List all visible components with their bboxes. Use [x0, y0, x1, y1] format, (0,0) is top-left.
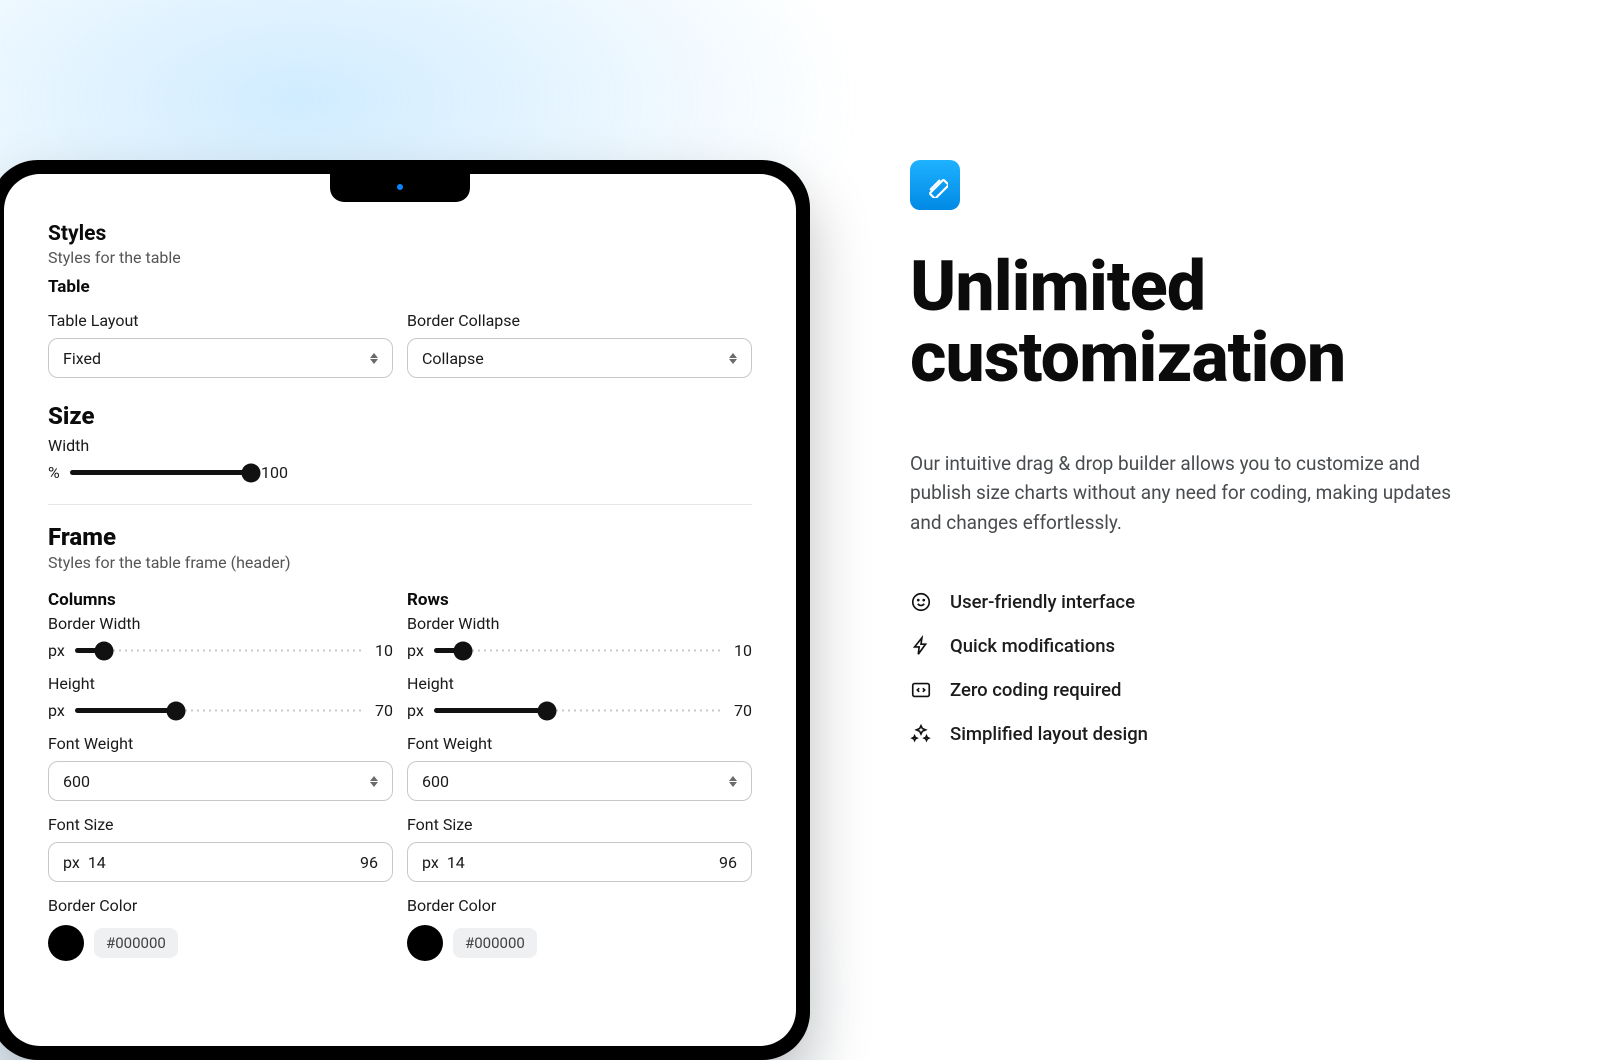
table-layout-value: Fixed: [63, 349, 101, 368]
lightning-icon: [910, 635, 932, 657]
code-icon: [910, 679, 932, 701]
table-label: Table: [48, 277, 752, 297]
ruler-icon: [910, 160, 960, 210]
table-layout-field: Table Layout Fixed: [48, 307, 393, 378]
rows-font-size-left: 14: [447, 853, 465, 872]
rows-font-weight-value: 600: [422, 772, 449, 791]
columns-font-weight-value: 600: [63, 772, 90, 791]
columns-border-width-slider-row: px 10: [48, 641, 393, 660]
feature-label: Zero coding required: [950, 679, 1121, 701]
hero-description: Our intuitive drag & drop builder allows…: [910, 449, 1470, 537]
columns-title: Columns: [48, 590, 393, 610]
frame-subtitle: Styles for the table frame (header): [48, 553, 752, 572]
rows-border-color-label: Border Color: [407, 896, 752, 915]
frame-rows: Rows Border Width px 10 Height px: [407, 580, 752, 961]
styles-subtitle: Styles for the table: [48, 248, 752, 267]
rows-font-weight-label: Font Weight: [407, 734, 752, 753]
rows-height-slider-row: px 70: [407, 701, 752, 720]
width-slider-row: % 100: [48, 463, 288, 482]
columns-font-weight-select[interactable]: 600: [48, 761, 393, 801]
rows-font-size-right: 96: [719, 853, 737, 872]
columns-height-slider[interactable]: [75, 702, 365, 720]
width-slider[interactable]: [70, 464, 251, 482]
rows-height-unit: px: [407, 701, 424, 720]
rows-font-size-unit: px: [422, 853, 439, 872]
feature-item-quick: Quick modifications: [910, 635, 1500, 657]
size-title: Size: [48, 402, 752, 430]
table-layout-select[interactable]: Fixed: [48, 338, 393, 378]
columns-font-size-label: Font Size: [48, 815, 393, 834]
columns-border-width-slider[interactable]: [75, 642, 365, 660]
select-stepper-icon: [729, 353, 737, 364]
border-collapse-select[interactable]: Collapse: [407, 338, 752, 378]
select-stepper-icon: [370, 776, 378, 787]
smile-icon: [910, 591, 932, 613]
rows-border-color-swatch[interactable]: [407, 925, 443, 961]
feature-item-zero-code: Zero coding required: [910, 679, 1500, 701]
columns-border-color-swatch[interactable]: [48, 925, 84, 961]
rows-border-width-unit: px: [407, 641, 424, 660]
rows-border-width-label: Border Width: [407, 614, 752, 633]
columns-border-color-label: Border Color: [48, 896, 393, 915]
rows-font-size-label: Font Size: [407, 815, 752, 834]
width-value: 100: [261, 463, 288, 482]
feature-label: Simplified layout design: [950, 723, 1148, 745]
divider: [48, 504, 752, 505]
hero-section: Unlimited customization Our intuitive dr…: [910, 160, 1500, 767]
feature-item-friendly: User-friendly interface: [910, 591, 1500, 613]
columns-border-width-unit: px: [48, 641, 65, 660]
tablet-device-frame: Styles Styles for the table Table Table …: [0, 160, 810, 1060]
columns-border-color-value[interactable]: #000000: [94, 928, 178, 958]
hero-title: Unlimited customization: [910, 252, 1500, 395]
columns-font-weight-label: Font Weight: [48, 734, 393, 753]
columns-border-width-label: Border Width: [48, 614, 393, 633]
columns-font-size-right: 96: [360, 853, 378, 872]
styles-panel: Styles Styles for the table Table Table …: [4, 174, 796, 1046]
border-collapse-field: Border Collapse Collapse: [407, 307, 752, 378]
width-label: Width: [48, 436, 752, 455]
feature-label: User-friendly interface: [950, 591, 1135, 613]
feature-label: Quick modifications: [950, 635, 1115, 657]
select-stepper-icon: [729, 776, 737, 787]
rows-height-value: 70: [734, 701, 752, 720]
columns-height-value: 70: [375, 701, 393, 720]
width-unit: %: [48, 463, 60, 482]
hero-title-line1: Unlimited: [910, 246, 1205, 328]
columns-border-width-value: 10: [375, 641, 393, 660]
columns-height-unit: px: [48, 701, 65, 720]
columns-font-size-input[interactable]: px 14 96: [48, 842, 393, 882]
columns-height-slider-row: px 70: [48, 701, 393, 720]
table-layout-label: Table Layout: [48, 311, 393, 330]
rows-title: Rows: [407, 590, 752, 610]
rows-border-color-value[interactable]: #000000: [453, 928, 537, 958]
tablet-notch: [330, 174, 470, 202]
border-collapse-value: Collapse: [422, 349, 484, 368]
columns-font-size-left: 14: [88, 853, 106, 872]
frame-columns: Columns Border Width px 10 Height px: [48, 580, 393, 961]
rows-font-weight-select[interactable]: 600: [407, 761, 752, 801]
columns-height-label: Height: [48, 674, 393, 693]
rows-border-width-slider[interactable]: [434, 642, 724, 660]
rows-height-label: Height: [407, 674, 752, 693]
rows-height-slider[interactable]: [434, 702, 724, 720]
hero-title-line2: customization: [910, 317, 1345, 399]
tablet-screen: Styles Styles for the table Table Table …: [4, 174, 796, 1046]
columns-font-size-unit: px: [63, 853, 80, 872]
select-stepper-icon: [370, 353, 378, 364]
sparkles-icon: [910, 723, 932, 745]
feature-item-layout: Simplified layout design: [910, 723, 1500, 745]
border-collapse-label: Border Collapse: [407, 311, 752, 330]
rows-border-width-value: 10: [734, 641, 752, 660]
frame-title: Frame: [48, 523, 752, 551]
rows-border-width-slider-row: px 10: [407, 641, 752, 660]
styles-title: Styles: [48, 222, 752, 246]
rows-font-size-input[interactable]: px 14 96: [407, 842, 752, 882]
